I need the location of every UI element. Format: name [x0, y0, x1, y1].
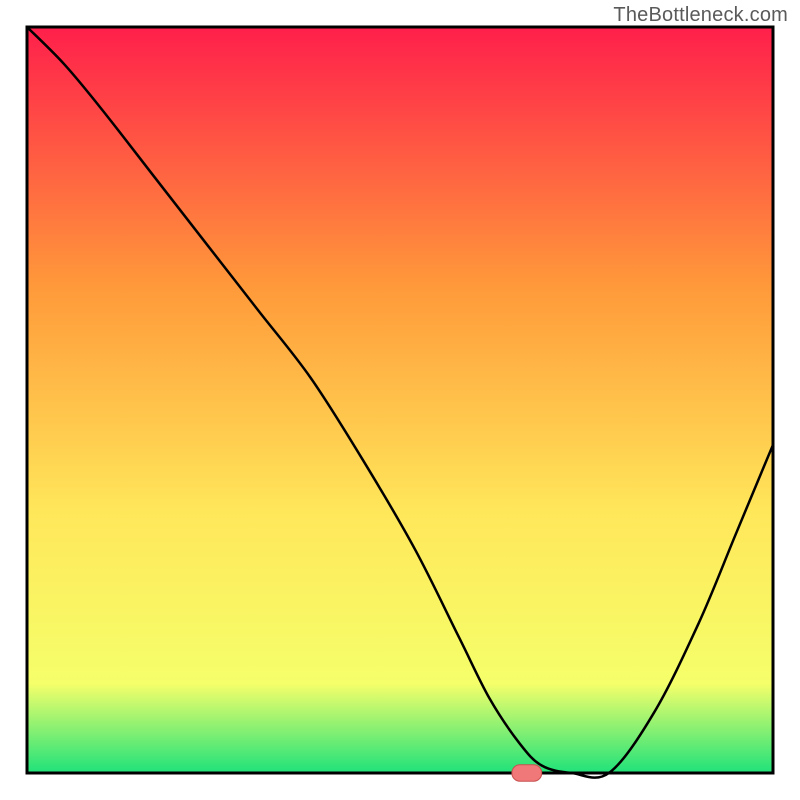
bottleneck-chart — [0, 0, 800, 800]
gradient-background — [27, 27, 773, 773]
chart-frame: TheBottleneck.com — [0, 0, 800, 800]
optimal-marker — [512, 765, 542, 781]
